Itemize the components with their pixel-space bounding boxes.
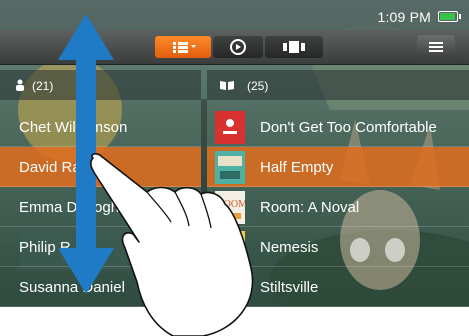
book-title: Stiltsville xyxy=(260,279,319,296)
play-circle-icon xyxy=(230,39,246,55)
screenshot-stage: 1:09 PM (21) Chet Williamson David Ra Em… xyxy=(0,0,469,336)
cover-flow-button[interactable] xyxy=(265,36,323,58)
open-book-icon xyxy=(220,81,234,90)
battery-level-fill xyxy=(440,13,455,20)
now-playing-button[interactable] xyxy=(213,36,263,58)
authors-count: (21) xyxy=(32,79,54,93)
menu-button[interactable] xyxy=(417,35,455,59)
clock-time: 1:09 PM xyxy=(377,9,431,25)
books-count: (25) xyxy=(247,79,269,93)
book-cover-thumbnail xyxy=(215,111,245,144)
pointing-hand-icon xyxy=(90,153,254,336)
book-title: Nemesis xyxy=(260,239,319,256)
cover-flow-icon xyxy=(283,41,305,53)
book-title: Room: A Noval xyxy=(260,199,360,216)
list-view-button[interactable] xyxy=(155,36,211,58)
book-item-0[interactable]: Don't Get Too Comfortable xyxy=(207,107,469,147)
book-title: Don't Get Too Comfortable xyxy=(260,119,437,136)
hamburger-menu-icon xyxy=(429,42,443,52)
list-view-icon xyxy=(173,42,196,53)
book-title: Half Empty xyxy=(260,159,334,176)
person-icon xyxy=(16,79,24,91)
books-header: (25) xyxy=(207,70,469,100)
battery-icon xyxy=(438,11,461,22)
